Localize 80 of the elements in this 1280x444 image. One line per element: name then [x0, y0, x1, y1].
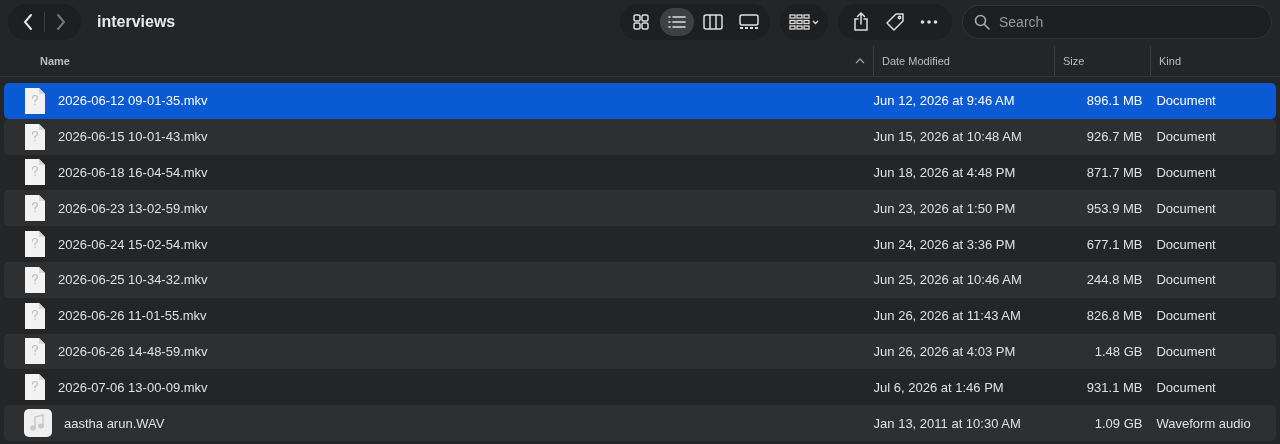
file-row[interactable]: aastha arun.WAV Jan 13, 2011 at 10:30 AM 1.09 GB Waveform audio [4, 405, 1276, 441]
document-icon [24, 194, 46, 223]
file-name: 2026-06-24 15-02-54.mkv [58, 236, 208, 252]
column-header[interactable]: Name [40, 55, 70, 67]
group-button[interactable] [780, 4, 828, 40]
search-field[interactable]: Search [962, 5, 1272, 39]
file-size: 1.48 GB [1094, 343, 1143, 359]
column-header[interactable]: Kind [1159, 55, 1182, 67]
column-header[interactable]: Size [1063, 55, 1085, 67]
file-size: 926.7 MB [1086, 129, 1143, 145]
file-kind: Document [1156, 93, 1216, 109]
window-title: interviews [97, 13, 177, 31]
document-icon [24, 265, 46, 294]
chevron-left-icon [22, 13, 34, 31]
file-kind: Document [1156, 308, 1216, 324]
file-size: 1.09 GB [1094, 415, 1143, 431]
document-icon [24, 158, 46, 187]
columns-icon [703, 14, 723, 30]
file-size: 826.8 MB [1086, 308, 1143, 324]
share-icon [852, 12, 870, 32]
file-row[interactable]: 2026-06-12 09-01-35.mkv Jun 12, 2026 at 9:46 AM 896.1 MB Document [4, 83, 1276, 119]
list-icon [667, 14, 687, 30]
file-name: 2026-07-06 13-00-09.mkv [58, 379, 208, 395]
grid-icon [632, 14, 650, 30]
date-modified: Jun 24, 2026 at 3:36 PM [873, 236, 1016, 252]
chevron-right-icon [55, 13, 67, 31]
file-kind: Document [1156, 272, 1216, 288]
file-kind: Document [1156, 165, 1216, 180]
document-icon [24, 373, 46, 402]
file-kind: Document [1156, 200, 1216, 216]
date-modified: Jun 25, 2026 at 10:46 AM [873, 272, 1022, 288]
gallery-icon [739, 14, 759, 30]
file-row[interactable]: 2026-06-15 10-01-43.mkv Jun 15, 2026 at 10:48 AM 926.7 MB Document [4, 118, 1276, 155]
file-row[interactable]: 2026-06-24 15-02-54.mkv Jun 24, 2026 at 3:36 PM 677.1 MB Document [4, 226, 1276, 262]
file-name: 2026-06-26 11-01-55.mkv [58, 308, 207, 324]
document-icon [24, 301, 46, 330]
file-size: 931.1 MB [1086, 379, 1143, 395]
file-kind: Document [1156, 379, 1216, 395]
file-row[interactable]: 2026-06-18 16-04-54.mkv Jun 18, 2026 at 4:48 PM 871.7 MB Document [4, 154, 1276, 191]
file-size: 677.1 MB [1086, 236, 1143, 252]
search-icon [974, 14, 990, 30]
file-name: 2026-06-25 10-34-32.mkv [58, 272, 208, 288]
file-kind: Document [1156, 343, 1216, 359]
list-view-button[interactable] [660, 8, 694, 36]
file-row[interactable]: 2026-07-06 13-00-09.mkv Jul 6, 2026 at 1:46 PM 931.1 MB Document [4, 369, 1276, 406]
file-kind: Waveform audio [1156, 415, 1251, 431]
column-header[interactable]: Date Modified [882, 55, 950, 67]
file-row[interactable]: 2026-06-23 13-02-59.mkv Jun 23, 2026 at 1:50 PM 953.9 MB Document [4, 190, 1276, 227]
file-name: aastha arun.WAV [64, 415, 165, 431]
file-size: 244.8 MB [1086, 272, 1143, 288]
file-size: 871.7 MB [1086, 165, 1143, 180]
date-modified: Jun 23, 2026 at 1:50 PM [873, 200, 1016, 216]
date-modified: Jun 12, 2026 at 9:46 AM [873, 93, 1015, 109]
tag-icon [885, 12, 905, 32]
document-icon [24, 337, 46, 366]
sort-caret-icon [855, 58, 865, 64]
music-note-icon [24, 409, 52, 438]
file-kind: Document [1156, 129, 1216, 145]
date-modified: Jun 18, 2026 at 4:48 PM [873, 165, 1016, 180]
grouping-grid-icon [789, 14, 819, 30]
file-row[interactable]: 2026-06-25 10-34-32.mkv Jun 25, 2026 at 10:46 AM 244.8 MB Document [4, 262, 1276, 298]
file-name: 2026-06-26 14-48-59.mkv [58, 343, 208, 359]
date-modified: Jan 13, 2011 at 10:30 AM [873, 415, 1021, 431]
file-name: 2026-06-18 16-04-54.mkv [58, 165, 208, 180]
more-icon [920, 19, 938, 25]
document-icon [24, 122, 46, 151]
date-modified: Jun 15, 2026 at 10:48 AM [873, 129, 1022, 145]
file-size: 896.1 MB [1086, 93, 1143, 109]
document-icon [24, 86, 46, 115]
file-name: 2026-06-15 10-01-43.mkv [58, 129, 208, 145]
file-name: 2026-06-23 13-02-59.mkv [58, 200, 208, 216]
file-size: 953.9 MB [1086, 200, 1143, 216]
file-name: 2026-06-12 09-01-35.mkv [58, 93, 208, 109]
file-kind: Document [1156, 236, 1216, 252]
document-icon [24, 230, 46, 259]
date-modified: Jul 6, 2026 at 1:46 PM [873, 379, 1004, 395]
date-modified: Jun 26, 2026 at 4:03 PM [873, 343, 1016, 359]
date-modified: Jun 26, 2026 at 11:43 AM [873, 308, 1021, 324]
file-row[interactable]: 2026-06-26 14-48-59.mkv Jun 26, 2026 at 4:03 PM 1.48 GB Document [4, 333, 1276, 370]
file-row[interactable]: 2026-06-26 11-01-55.mkv Jun 26, 2026 at 11:43 AM 826.8 MB Document [4, 297, 1276, 334]
